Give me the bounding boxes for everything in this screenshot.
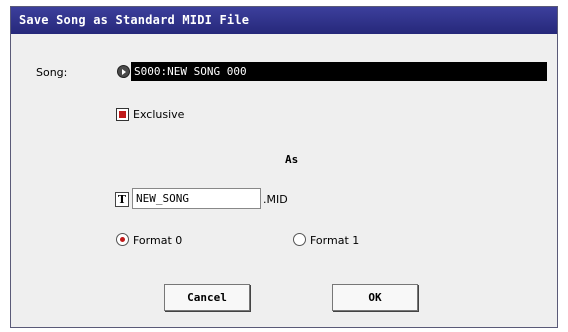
ok-button[interactable]: OK — [332, 284, 418, 311]
song-select-field[interactable]: S000:NEW SONG 000 — [131, 62, 547, 81]
file-extension-label: .MID — [263, 193, 288, 206]
save-smf-dialog: Save Song as Standard MIDI File Song: S0… — [10, 6, 558, 328]
song-label: Song: — [36, 66, 68, 79]
song-select-arrow-icon[interactable] — [117, 65, 130, 78]
exclusive-label: Exclusive — [133, 108, 185, 121]
format-0-label: Format 0 — [133, 234, 183, 247]
dialog-title: Save Song as Standard MIDI File — [11, 7, 557, 34]
as-label: As — [285, 153, 299, 166]
text-edit-button[interactable]: T — [115, 192, 129, 207]
format-1-label: Format 1 — [310, 234, 360, 247]
exclusive-checkbox[interactable] — [116, 108, 129, 121]
cancel-button[interactable]: Cancel — [164, 284, 250, 311]
format-1-radio[interactable] — [293, 233, 306, 246]
format-0-radio[interactable] — [116, 233, 129, 246]
filename-field[interactable]: NEW_SONG — [132, 188, 261, 209]
